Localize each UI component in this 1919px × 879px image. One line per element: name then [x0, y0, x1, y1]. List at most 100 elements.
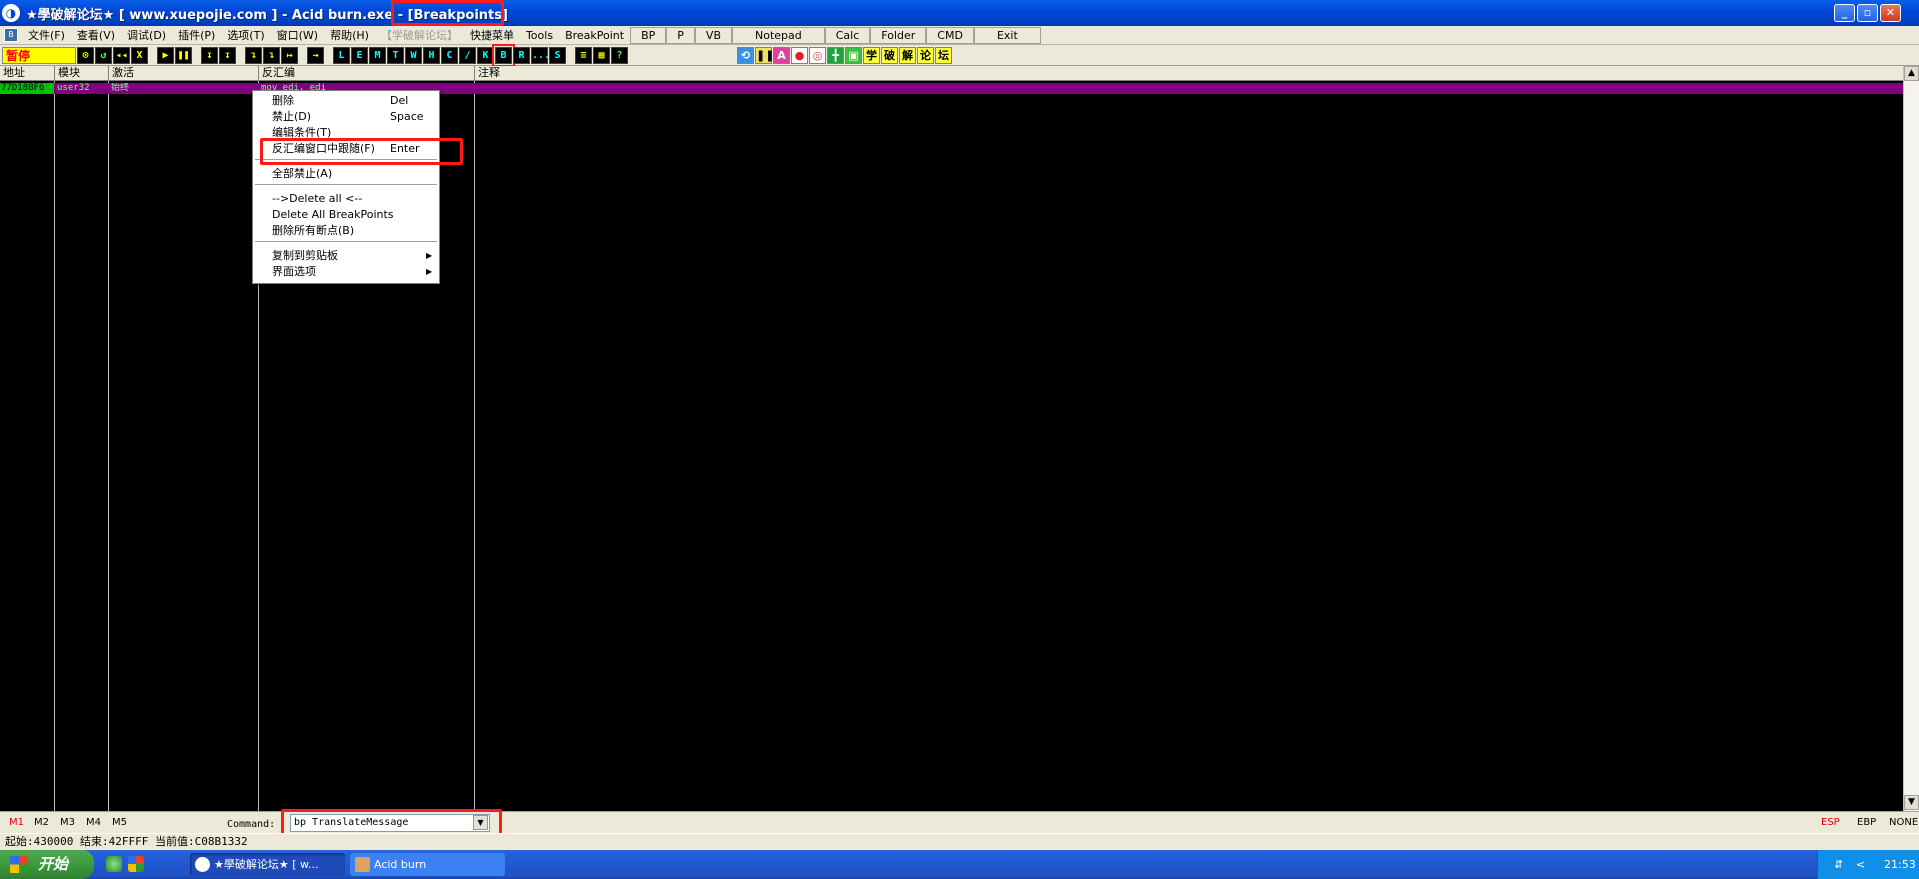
marker-m5[interactable]: M5 — [112, 817, 127, 828]
source-window-icon[interactable]: S — [549, 46, 566, 64]
task-debugger[interactable]: ★學破解论坛★ [ w... — [190, 853, 345, 876]
menu-help[interactable]: 帮助(H) — [324, 27, 375, 44]
pause-icon[interactable]: ❚❚ — [175, 46, 192, 64]
cpu-window-icon[interactable]: C — [441, 46, 458, 64]
quick-launch-desktop-icon[interactable] — [128, 856, 144, 872]
reg-none[interactable]: NONE — [1889, 817, 1918, 828]
call-stack-window-icon[interactable]: K — [477, 46, 494, 64]
cmd-button[interactable]: CMD — [926, 26, 974, 44]
bp-button[interactable]: BP — [630, 26, 667, 44]
execute-till-return-icon[interactable]: ↦ — [281, 46, 298, 64]
references-window-icon[interactable]: R — [513, 46, 530, 64]
threads-window-icon[interactable]: T — [387, 46, 404, 64]
pause-plugin-icon[interactable]: ❚❚ — [755, 46, 774, 64]
col-disassembly[interactable]: 反汇编 — [259, 66, 475, 81]
col-comment[interactable]: 注释 — [475, 66, 1903, 81]
reg-esp[interactable]: ESP — [1821, 817, 1840, 828]
xue-icon[interactable]: 学 — [863, 46, 880, 64]
step-over-icon[interactable]: ↧ — [219, 46, 236, 64]
col-address[interactable]: 地址 — [0, 66, 55, 81]
mdi-child-icon[interactable]: B — [4, 28, 18, 42]
breakpoints-window-icon[interactable]: B — [492, 43, 515, 67]
debugger-app-icon[interactable]: ◑ — [2, 4, 20, 22]
menu-forum[interactable]: 【学破解论坛】 — [375, 27, 464, 44]
calc-button[interactable]: Calc — [824, 26, 871, 44]
menu-appearance[interactable]: 界面选项 ▶ — [253, 264, 439, 280]
menu-tools[interactable]: Tools — [520, 27, 559, 44]
pause-status: 暂停 — [2, 46, 76, 64]
marker-m4[interactable]: M4 — [86, 817, 101, 828]
marker-m2[interactable]: M2 — [34, 817, 49, 828]
rewind-icon[interactable]: ◂◂ — [113, 46, 130, 64]
modules-window-icon[interactable]: E — [351, 46, 368, 64]
menu-separator — [255, 184, 437, 185]
grid-plugin-icon[interactable]: ╋ — [827, 46, 844, 64]
menu-delete[interactable]: 删除 Del — [253, 93, 439, 109]
menu-file[interactable]: 文件(F) — [22, 27, 71, 44]
menu-view[interactable]: 查看(V) — [71, 27, 121, 44]
marker-m3[interactable]: M3 — [60, 817, 75, 828]
tan-icon[interactable]: 坛 — [935, 46, 952, 64]
patches-window-icon[interactable]: / — [459, 46, 476, 64]
debug-options-icon[interactable]: ≡ — [575, 46, 592, 64]
window-plugin-icon[interactable]: ▣ — [845, 46, 862, 64]
menu-breakpoint[interactable]: BreakPoint — [559, 27, 630, 44]
menu-window[interactable]: 窗口(W) — [271, 27, 324, 44]
menu-copy-to-clipboard[interactable]: 复制到剪贴板 ▶ — [253, 248, 439, 264]
reg-ebp[interactable]: EBP — [1857, 817, 1876, 828]
menu-disable[interactable]: 禁止(D) Space — [253, 109, 439, 125]
windows-window-icon[interactable]: W — [405, 46, 422, 64]
maximize-button[interactable]: ▫ — [1857, 4, 1878, 22]
appearance-icon[interactable]: ▦ — [593, 46, 610, 64]
menu-debug[interactable]: 调试(D) — [121, 27, 172, 44]
close-button[interactable]: ✕ — [1880, 4, 1901, 22]
menu-disable-all[interactable]: 全部禁止(A) — [253, 166, 439, 182]
goto-icon[interactable]: → — [307, 46, 324, 64]
tray-expand-icon[interactable]: < — [1856, 850, 1865, 879]
trace-over-icon[interactable]: ↴ — [263, 46, 280, 64]
notepad-button[interactable]: Notepad — [732, 26, 825, 44]
target-icon[interactable]: ◎ — [809, 46, 826, 64]
task-acid-burn[interactable]: Acid burn — [350, 853, 505, 876]
a-plugin-icon[interactable]: A — [773, 46, 790, 64]
folder-button[interactable]: Folder — [870, 26, 927, 44]
lun-icon[interactable]: 论 — [917, 46, 934, 64]
trace-into-icon[interactable]: ↴ — [245, 46, 262, 64]
run-icon[interactable]: ▶ — [157, 46, 174, 64]
start-button[interactable]: 开始 — [0, 850, 94, 879]
tray-network-icon[interactable]: ⇵ — [1834, 850, 1843, 879]
menu-delete-all-arrows[interactable]: -->Delete all <-- — [253, 191, 439, 207]
p-button[interactable]: P — [666, 26, 695, 44]
menu-delete-all-breakpoints[interactable]: Delete All BreakPoints — [253, 207, 439, 223]
menu-quick[interactable]: 快捷菜单 — [464, 27, 520, 44]
step-into-icon[interactable]: ↧ — [201, 46, 218, 64]
exit-button[interactable]: Exit — [973, 26, 1041, 44]
marker-m1[interactable]: M1 — [9, 817, 24, 828]
menu-remove-all-breakpoints[interactable]: 删除所有断点(B) — [253, 223, 439, 239]
memory-window-icon[interactable]: M — [369, 46, 386, 64]
start-label: 开始 — [38, 855, 69, 873]
column-divider — [108, 81, 109, 811]
scroll-up-icon[interactable]: ▲ — [1904, 66, 1919, 81]
help-icon[interactable]: ? — [611, 46, 628, 64]
scroll-down-icon[interactable]: ▼ — [1904, 795, 1919, 810]
vb-button[interactable]: VB — [694, 26, 732, 44]
vertical-scrollbar[interactable]: ▲ ▼ — [1903, 66, 1919, 811]
menu-plugins[interactable]: 插件(P) — [172, 27, 221, 44]
po-icon[interactable]: 破 — [881, 46, 898, 64]
refresh-icon[interactable]: ⟲ — [737, 46, 754, 64]
open-icon[interactable]: ⊙ — [77, 46, 94, 64]
bp-comment — [477, 83, 1077, 94]
jie-icon[interactable]: 解 — [899, 46, 916, 64]
col-module[interactable]: 模块 — [55, 66, 109, 81]
run-trace-window-icon[interactable]: ... — [531, 46, 550, 64]
log-window-icon[interactable]: L — [333, 46, 350, 64]
col-active[interactable]: 激活 — [109, 66, 259, 81]
quick-launch-chat-icon[interactable] — [106, 856, 122, 872]
restart-icon[interactable]: ↺ — [95, 46, 112, 64]
close-process-icon[interactable]: X — [131, 46, 148, 64]
minimize-button[interactable]: _ — [1834, 4, 1855, 22]
handles-window-icon[interactable]: H — [423, 46, 440, 64]
menu-options[interactable]: 选项(T) — [221, 27, 270, 44]
record-icon[interactable]: ● — [791, 46, 808, 64]
